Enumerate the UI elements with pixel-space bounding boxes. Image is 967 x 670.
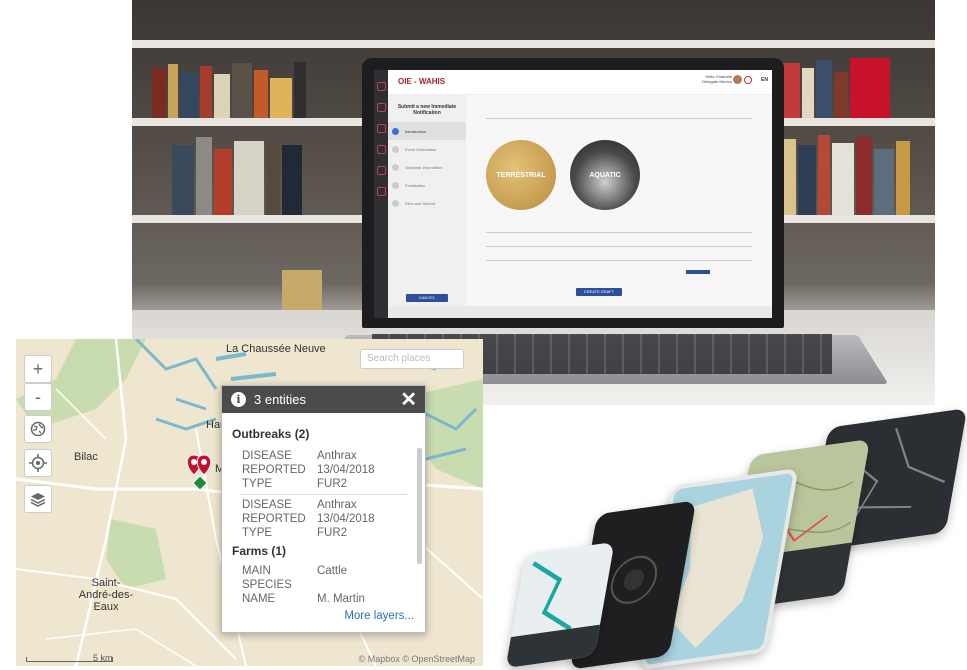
steps-panel: Submit a new Immediate Notification Intr… bbox=[388, 94, 466, 318]
app-side-nav bbox=[374, 70, 388, 318]
field-label: DISEASE bbox=[242, 499, 292, 511]
step-label: Outbreak Information bbox=[405, 164, 443, 170]
steps-heading: Submit a new Immediate Notification bbox=[397, 104, 457, 116]
field-value: 13/04/2018 bbox=[317, 513, 375, 525]
language-selector[interactable]: EN bbox=[761, 77, 768, 83]
step-dot bbox=[392, 145, 399, 153]
home-icon[interactable] bbox=[376, 82, 386, 91]
step-files-and-submit[interactable]: Files and Submit bbox=[388, 194, 466, 212]
locate-icon[interactable] bbox=[24, 449, 52, 477]
aquatic-tile[interactable]: AQUATIC bbox=[570, 140, 640, 210]
avatar[interactable] bbox=[733, 75, 742, 84]
step-label: Event Information bbox=[405, 146, 437, 152]
outbreak-marker-icon[interactable] bbox=[184, 453, 224, 497]
outbreak-item[interactable]: DISEASE Anthrax REPORTED 13/04/2018 TYPE FU… bbox=[222, 498, 425, 540]
outbreak-item[interactable]: DISEASE Anthrax REPORTED 13/04/2018 TYPE FU… bbox=[222, 449, 425, 491]
books-left bbox=[152, 60, 322, 118]
place-label: La Chaussée Neuve bbox=[226, 343, 326, 355]
form-area: TERRESTRIAL AQUATIC CREATE DRAFT bbox=[466, 94, 772, 318]
field-label: TYPE bbox=[242, 478, 273, 490]
folder-icon[interactable] bbox=[376, 103, 386, 112]
field-line[interactable] bbox=[486, 260, 752, 261]
books-left-lower bbox=[172, 130, 332, 215]
info-icon: i bbox=[231, 392, 246, 407]
step-dot bbox=[392, 181, 399, 189]
document-icon[interactable] bbox=[376, 187, 386, 196]
shelf-board bbox=[132, 40, 935, 48]
chart-icon[interactable] bbox=[376, 166, 386, 175]
globe-icon[interactable] bbox=[24, 415, 52, 443]
divider bbox=[240, 494, 407, 495]
search-icon[interactable] bbox=[376, 124, 386, 133]
entities-popup: i 3 entities ✕ Outbreaks (2) DISEASE Anth… bbox=[221, 385, 426, 633]
zoom-in-button[interactable]: + bbox=[24, 355, 52, 383]
field-label: DISEASE bbox=[242, 450, 292, 462]
books-right-lower bbox=[782, 130, 932, 215]
step-dot bbox=[392, 163, 399, 171]
farm-item[interactable]: MAIN SPECIES Cattle NAME M. Martin bbox=[222, 564, 425, 606]
field-value: M. Martin bbox=[317, 593, 365, 605]
step-finalisation[interactable]: Finalisation bbox=[388, 176, 466, 194]
books-right bbox=[782, 58, 932, 118]
outbreaks-heading: Outbreaks (2) bbox=[232, 427, 310, 441]
field-label: TYPE bbox=[242, 527, 273, 539]
map-panel[interactable]: La Chaussée Neuve Bilac Hau M Saint-Andr… bbox=[16, 339, 483, 666]
field-value: 13/04/2018 bbox=[317, 464, 375, 476]
step-event-information[interactable]: Event Information bbox=[388, 140, 466, 158]
app-header: OIE - WAHIS Hélio Charlotte Delegate Mex… bbox=[388, 70, 772, 95]
waterways bbox=[215, 352, 277, 381]
farms-heading: Farms (1) bbox=[232, 544, 287, 558]
step-introduction[interactable]: Introduction bbox=[388, 122, 466, 140]
field-label: REPORTED bbox=[242, 464, 306, 476]
popup-header: i 3 entities ✕ bbox=[222, 386, 425, 413]
step-outbreak-information[interactable]: Outbreak Information bbox=[388, 158, 466, 176]
waterways bbox=[134, 339, 218, 431]
cancel-button[interactable]: CANCEL bbox=[406, 294, 448, 302]
small-button[interactable] bbox=[686, 270, 710, 274]
field-label: REPORTED bbox=[242, 513, 306, 525]
layers-icon[interactable] bbox=[24, 485, 52, 513]
place-label: Bilac bbox=[74, 451, 98, 463]
select-field-line[interactable] bbox=[486, 118, 752, 119]
notification-icon[interactable] bbox=[744, 76, 752, 84]
phones-illustration bbox=[505, 408, 967, 670]
place-label: Saint-André-des-Eaux bbox=[78, 577, 134, 613]
step-dot bbox=[392, 199, 399, 207]
step-label: Files and Submit bbox=[405, 200, 435, 206]
field-label: NAME bbox=[242, 593, 276, 605]
step-label: Finalisation bbox=[405, 182, 426, 188]
more-layers-link[interactable]: More layers... bbox=[344, 610, 414, 622]
field-value: Anthrax bbox=[317, 499, 357, 511]
search-input[interactable]: Search places bbox=[360, 349, 464, 369]
field-label: MAIN SPECIES bbox=[242, 565, 292, 591]
field-line[interactable] bbox=[486, 246, 752, 247]
popup-title: 3 entities bbox=[254, 392, 307, 407]
user-info[interactable]: Hélio Charlotte Delegate Mexico bbox=[702, 74, 732, 84]
terrestrial-tile[interactable]: TERRESTRIAL bbox=[486, 140, 556, 210]
laptop-screen: OIE - WAHIS Hélio Charlotte Delegate Mex… bbox=[374, 70, 772, 318]
create-draft-button[interactable]: CREATE DRAFT bbox=[576, 288, 622, 296]
scale-label: 5 km bbox=[93, 653, 113, 663]
field-value: Anthrax bbox=[317, 450, 357, 462]
map-attribution: © Mapbox © OpenStreetMap bbox=[358, 654, 475, 664]
zoom-out-button[interactable]: - bbox=[24, 383, 52, 411]
app-footer bbox=[388, 306, 772, 318]
box-object bbox=[282, 270, 322, 310]
field-value: Cattle bbox=[317, 565, 348, 577]
user-role: Delegate Mexico bbox=[702, 79, 732, 84]
close-icon[interactable]: ✕ bbox=[400, 387, 417, 412]
popup-scrollbar[interactable] bbox=[417, 448, 422, 564]
app-title: OIE - WAHIS bbox=[398, 77, 446, 86]
calendar-icon[interactable] bbox=[376, 145, 386, 154]
step-label: Introduction bbox=[405, 128, 426, 134]
step-dot bbox=[392, 127, 399, 135]
laptop-lid: OIE - WAHIS Hélio Charlotte Delegate Mex… bbox=[362, 58, 784, 328]
field-line[interactable] bbox=[486, 232, 752, 233]
field-value: FUR2 bbox=[317, 527, 348, 539]
field-value: FUR2 bbox=[317, 478, 348, 490]
